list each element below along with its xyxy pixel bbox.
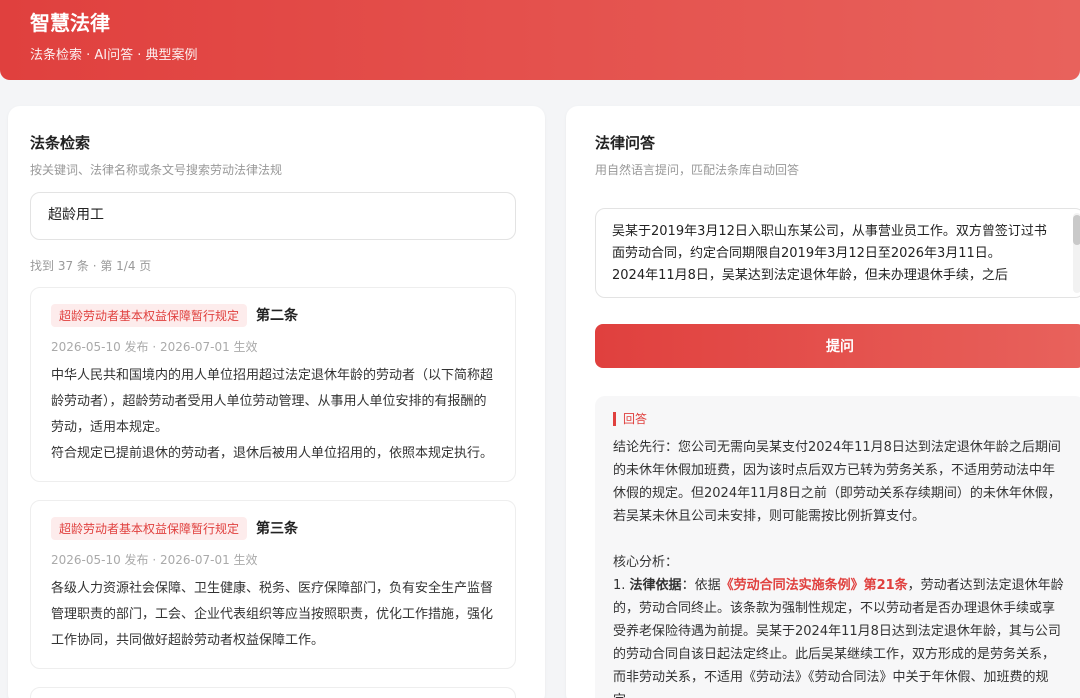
- question-textarea[interactable]: 吴某于2019年3月12日入职山东某公司，从事营业员工作。双方曾签订过书面劳动合…: [595, 208, 1080, 298]
- result-count: 找到 37 条 · 第 1/4 页: [30, 259, 152, 273]
- qa-panel-title: 法律问答: [595, 134, 656, 152]
- search-panel: 法条检索 按关键词、法律名称或条文号搜索劳动法律法规 超龄用工 找到 37 条 …: [8, 106, 545, 698]
- answer-conclusion: 结论先行：您公司无需向吴某支付2024年11月8日达到法定退休年龄之后期间的未休…: [613, 440, 1061, 524]
- point-colon: ：依据: [681, 578, 721, 593]
- search-panel-description: 按关键词、法律名称或条文号搜索劳动法律法规: [30, 163, 283, 177]
- point-label: 法律依据: [629, 578, 682, 593]
- app-title: 智慧法律: [30, 11, 110, 35]
- question-text: 吴某于2019年3月12日入职山东某公司，从事营业员工作。双方曾签订过书面劳动合…: [612, 224, 1047, 283]
- answer-text: 结论先行：您公司无需向吴某支付2024年11月8日达到法定退休年龄之后期间的未休…: [613, 436, 1067, 698]
- app-header: 智慧法律 法条检索 · AI问答 · 典型案例: [0, 0, 1080, 80]
- point-number: 1.: [613, 578, 630, 593]
- result-card[interactable]: 超龄劳动者基本权益保障暂行规定 第二条 2026-05-10 发布 · 2026…: [30, 287, 516, 482]
- result-card[interactable]: 超龄劳动者基本权益保障暂行规定 第三条 2026-05-10 发布 · 2026…: [30, 500, 516, 669]
- answer-point-1: 1. 法律依据：依据《劳动合同法实施条例》第21条，劳动者达到法定退休年龄的，劳…: [613, 574, 1067, 698]
- ask-button[interactable]: 提问: [595, 324, 1080, 368]
- point-text: ，劳动者达到法定退休年龄的，劳动合同终止。该条款为强制性规定，不以劳动者是否办理…: [613, 578, 1064, 698]
- result-body: 各级人力资源社会保障、卫生健康、税务、医疗保障部门，负有安全生产监督管理职责的部…: [51, 576, 495, 654]
- scrollbar-thumb[interactable]: [1073, 215, 1080, 245]
- answer-label: 回答: [613, 412, 1067, 426]
- search-input[interactable]: 超龄用工: [30, 192, 516, 240]
- law-tag[interactable]: 超龄劳动者基本权益保障暂行规定: [51, 303, 248, 327]
- article-number: 第二条: [256, 308, 299, 324]
- article-number: 第三条: [256, 521, 299, 537]
- search-panel-title: 法条检索: [30, 134, 91, 152]
- qa-panel: 法律问答 用自然语言提问，匹配法条库自动回答 吴某于2019年3月12日入职山东…: [566, 106, 1080, 698]
- answer-panel: 回答 结论先行：您公司无需向吴某支付2024年11月8日达到法定退休年龄之后期间…: [595, 396, 1080, 698]
- result-dates: 2026-05-10 发布 · 2026-07-01 生效: [51, 340, 258, 354]
- result-body: 中华人民共和国境内的用人单位招用超过法定退休年龄的劳动者（以下简称超龄劳动者），…: [51, 363, 495, 467]
- result-dates: 2026-05-10 发布 · 2026-07-01 生效: [51, 553, 258, 567]
- qa-panel-description: 用自然语言提问，匹配法条库自动回答: [595, 163, 800, 177]
- law-tag[interactable]: 超龄劳动者基本权益保障暂行规定: [51, 516, 248, 540]
- result-card[interactable]: [30, 687, 516, 698]
- result-paragraph: 中华人民共和国境内的用人单位招用超过法定退休年龄的劳动者（以下简称超龄劳动者），…: [51, 368, 494, 435]
- question-scrollbar[interactable]: [1073, 213, 1080, 293]
- result-header: 超龄劳动者基本权益保障暂行规定 第二条: [51, 302, 495, 328]
- answer-analysis-heading: 核心分析：: [613, 555, 679, 570]
- result-paragraph: 符合规定已提前退休的劳动者，退休后被用人单位招用的，依照本规定执行。: [51, 446, 494, 461]
- result-header: 超龄劳动者基本权益保障暂行规定 第三条: [51, 515, 495, 541]
- law-reference-link[interactable]: 《劳动合同法实施条例》第21条: [721, 578, 908, 593]
- app-subtitle: 法条检索 · AI问答 · 典型案例: [30, 48, 198, 63]
- result-paragraph: 各级人力资源社会保障、卫生健康、税务、医疗保障部门，负有安全生产监督管理职责的部…: [51, 581, 494, 648]
